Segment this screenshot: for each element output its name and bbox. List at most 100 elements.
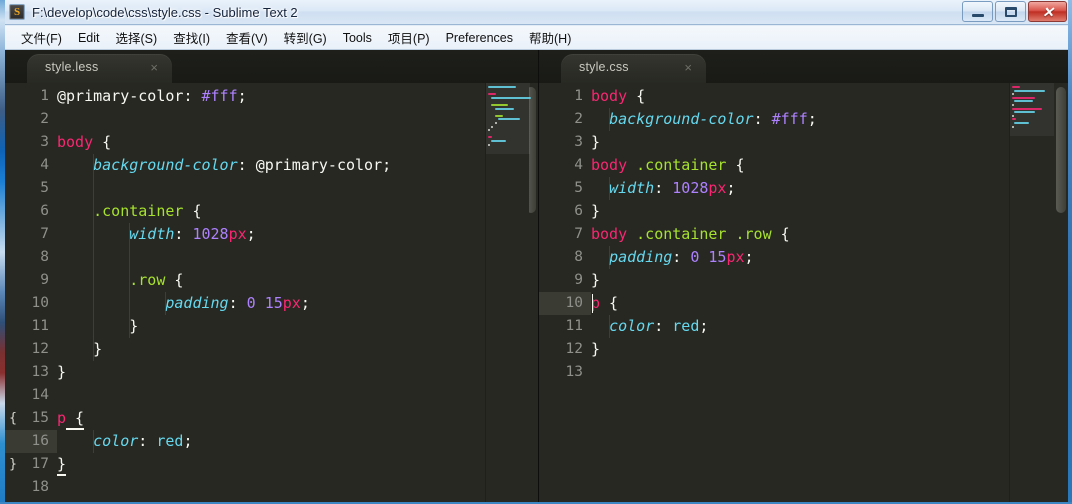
line-number: 17 <box>31 456 49 472</box>
line-number: 9 <box>40 272 49 288</box>
minimap-line <box>488 93 497 96</box>
tab-bar-left: style.less × <box>5 50 538 83</box>
vertical-scrollbar-right[interactable] <box>1054 83 1068 502</box>
line-number: 18 <box>31 479 49 495</box>
maximize-icon <box>996 2 1025 21</box>
code-pane-right[interactable]: 1 2 3 4 5 6 7 8 9 10 11 12 13 body { background-colo… <box>539 83 1068 502</box>
minimap-left[interactable] <box>485 83 532 502</box>
code-line[interactable]: @primary-color: #fff; <box>57 85 247 108</box>
code-line[interactable]: } <box>57 453 67 476</box>
code-line[interactable]: .container { <box>57 200 201 223</box>
menu-item-0[interactable]: 文件(F) <box>13 25 70 50</box>
line-number: 3 <box>40 134 49 150</box>
indent-guide <box>609 246 611 269</box>
indent-guide <box>609 177 611 200</box>
minimap-line <box>488 143 490 146</box>
code-line[interactable]: } <box>591 131 600 154</box>
indent-guide <box>129 223 131 338</box>
code-line[interactable]: body { <box>591 85 645 108</box>
line-number: 7 <box>574 226 583 242</box>
minimap-line <box>491 140 507 142</box>
minimap-line <box>491 96 532 99</box>
scrollbar-thumb[interactable] <box>1056 87 1066 213</box>
line-number-gutter-right: 1 2 3 4 5 6 7 8 9 10 11 12 13 <box>539 83 591 502</box>
tab-label: style.css <box>579 60 629 74</box>
code-content-right[interactable]: body { background-color: #fff;} body .con… <box>591 83 1068 502</box>
menu-item-2[interactable]: 选择(S) <box>108 25 166 50</box>
indent-guide <box>609 315 611 338</box>
code-line[interactable]: width: 1028px; <box>57 223 255 246</box>
minimap-line <box>1013 122 1029 124</box>
code-line[interactable]: color: red; <box>57 430 192 453</box>
code-line[interactable]: body { <box>57 131 111 154</box>
minimap-line <box>494 114 503 117</box>
code-line[interactable]: } <box>57 338 102 361</box>
code-line[interactable]: padding: 0 15px; <box>57 292 310 315</box>
menu-item-1[interactable]: Edit <box>70 28 108 48</box>
line-number: 7 <box>40 226 49 242</box>
line-number: 16 <box>31 433 49 449</box>
code-line[interactable]: } <box>57 361 66 384</box>
text-cursor <box>592 294 593 313</box>
tab-close-icon[interactable]: × <box>150 60 158 76</box>
line-number: 6 <box>40 203 49 219</box>
line-number: 1 <box>574 88 583 104</box>
code-pane-left[interactable]: {} 1 2 3 4 5 6 7 8 9 10 11 12 13 14 15 16 17 18 @primary-c… <box>5 83 538 502</box>
minimap-right[interactable] <box>1009 83 1054 502</box>
line-number: 1 <box>40 88 49 104</box>
minimap-line <box>1013 111 1036 114</box>
line-number: 10 <box>31 295 49 311</box>
indent-guide <box>93 154 95 361</box>
minimap-line <box>488 86 517 88</box>
line-number: 2 <box>40 111 49 127</box>
maximize-button[interactable] <box>995 1 1026 22</box>
tab-style-less[interactable]: style.less × <box>27 54 172 83</box>
tab-close-icon[interactable]: × <box>684 60 692 76</box>
indent-guide <box>93 430 95 453</box>
minimap-line <box>1012 96 1035 99</box>
sublime-text-window: S F:\develop\code\css\style.css - Sublim… <box>0 0 1072 504</box>
line-number: 4 <box>40 157 49 173</box>
minimap-line <box>1012 125 1014 128</box>
line-number: 12 <box>565 341 583 357</box>
minimap-line <box>1012 104 1014 106</box>
sublime-app-icon: S <box>9 4 25 20</box>
code-line[interactable]: p { <box>591 292 618 315</box>
tab-style-css[interactable]: style.css × <box>561 54 706 83</box>
menu-item-5[interactable]: 转到(G) <box>276 25 335 50</box>
line-number: 8 <box>40 249 49 265</box>
line-number: 5 <box>40 180 49 196</box>
code-line[interactable]: } <box>591 200 600 223</box>
menu-item-3[interactable]: 查找(I) <box>165 25 218 50</box>
menu-item-6[interactable]: Tools <box>335 28 380 48</box>
line-number-gutter-left: {} 1 2 3 4 5 6 7 8 9 10 11 12 13 14 15 16 17 18 <box>5 83 57 502</box>
minimap-line <box>1012 86 1021 88</box>
code-line[interactable]: padding: 0 15px; <box>591 246 754 269</box>
menu-bar: 文件(F) Edit 选择(S) 查找(I) 查看(V) 转到(G) Tools 项目(P) P… <box>5 26 1068 50</box>
code-line[interactable]: } <box>591 269 600 292</box>
line-number: 9 <box>574 272 583 288</box>
code-content-left[interactable]: @primary-color: #fff; body { background-c… <box>57 83 538 502</box>
menu-item-4[interactable]: 查看(V) <box>218 25 276 50</box>
minimap-line <box>494 107 514 110</box>
code-line[interactable]: } <box>57 315 138 338</box>
close-icon: ✕ <box>1042 4 1054 20</box>
code-line[interactable]: background-color: #fff; <box>591 108 817 131</box>
line-number: 6 <box>574 203 583 219</box>
code-line[interactable]: background-color: @primary-color; <box>57 154 391 177</box>
code-line[interactable]: } <box>591 338 600 361</box>
code-line[interactable]: p { <box>57 407 85 430</box>
line-number: 14 <box>31 387 49 403</box>
close-button[interactable]: ✕ <box>1028 1 1067 22</box>
menu-item-7[interactable]: 项目(P) <box>380 25 438 50</box>
menu-item-8[interactable]: Preferences <box>438 28 521 48</box>
minimap-line <box>1013 89 1045 92</box>
minimize-button[interactable] <box>962 1 993 22</box>
menu-item-9[interactable]: 帮助(H) <box>521 25 579 50</box>
code-line[interactable]: width: 1028px; <box>591 177 735 200</box>
code-line[interactable]: body .container .row { <box>591 223 790 246</box>
code-line[interactable]: body .container { <box>591 154 745 177</box>
window-border-right <box>1068 0 1072 504</box>
code-line[interactable]: .row { <box>57 269 183 292</box>
line-number: 13 <box>565 364 583 380</box>
